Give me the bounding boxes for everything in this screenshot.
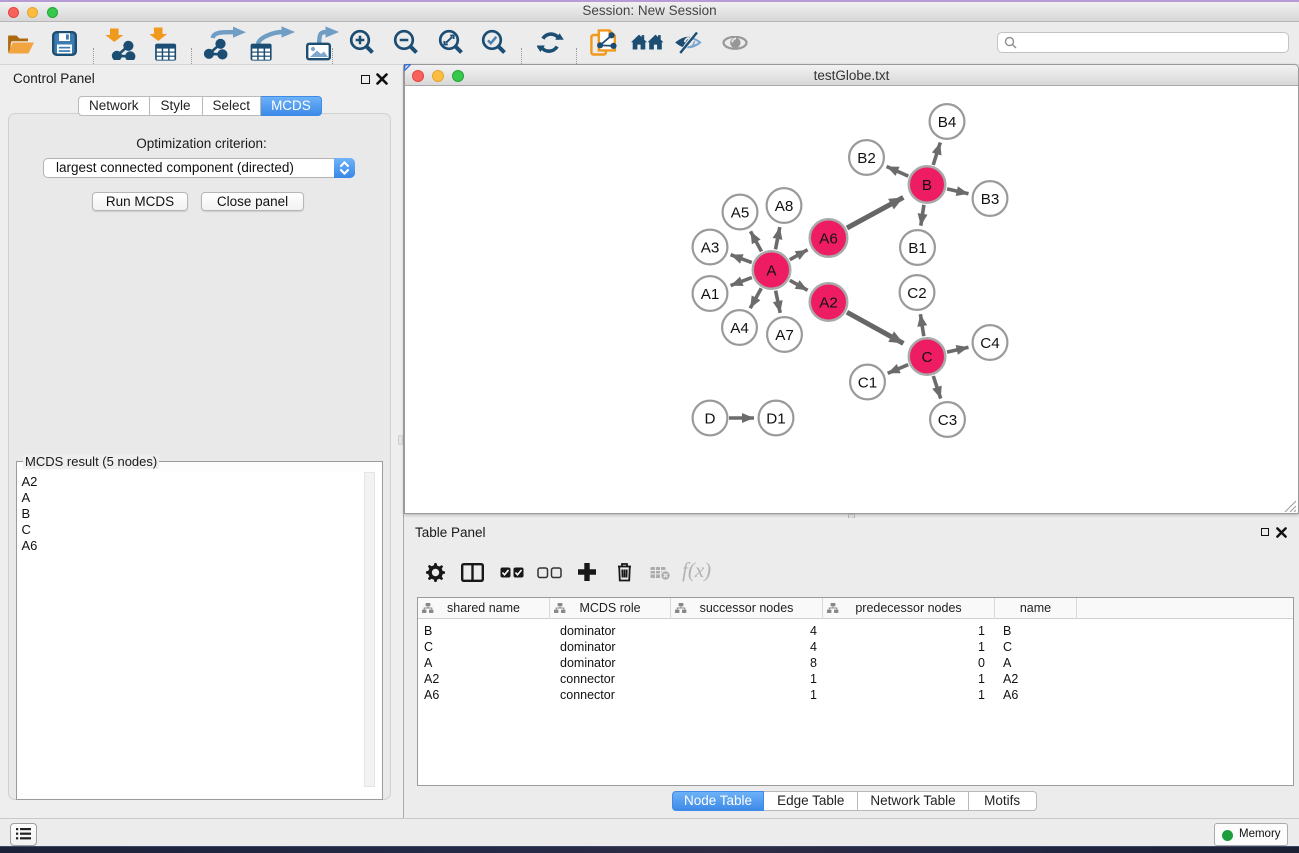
svg-text:A: A xyxy=(766,262,777,279)
svg-text:D1: D1 xyxy=(766,410,785,427)
svg-text:C4: C4 xyxy=(980,335,999,352)
svg-text:A6: A6 xyxy=(819,230,838,247)
svg-text:A7: A7 xyxy=(775,327,794,344)
svg-text:C2: C2 xyxy=(907,285,926,302)
svg-text:C: C xyxy=(922,349,933,366)
svg-text:D: D xyxy=(705,410,716,427)
svg-text:A4: A4 xyxy=(730,320,749,337)
svg-text:B1: B1 xyxy=(908,240,927,257)
svg-text:B: B xyxy=(922,177,932,194)
svg-text:C1: C1 xyxy=(858,374,877,391)
svg-text:A2: A2 xyxy=(819,294,838,311)
svg-text:A5: A5 xyxy=(731,204,750,221)
svg-text:A3: A3 xyxy=(701,239,720,256)
svg-text:B3: B3 xyxy=(981,191,1000,208)
svg-text:B2: B2 xyxy=(857,150,876,167)
svg-text:C3: C3 xyxy=(938,412,957,429)
svg-text:A1: A1 xyxy=(701,286,720,303)
svg-text:A8: A8 xyxy=(775,198,794,215)
svg-text:B4: B4 xyxy=(938,114,957,131)
